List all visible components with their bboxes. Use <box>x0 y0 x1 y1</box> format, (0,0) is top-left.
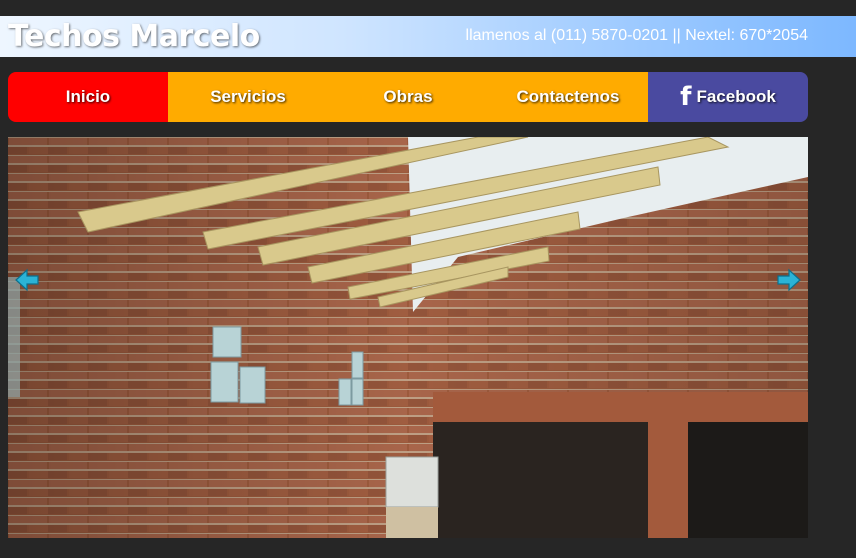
main-nav: Inicio Servicios Obras Contactenos f Fac… <box>8 72 808 122</box>
slider-prev-button[interactable] <box>14 267 40 293</box>
nav-item-obras[interactable]: Obras <box>328 72 488 122</box>
site-logo[interactable]: Techos Marcelo <box>8 19 260 54</box>
nav-item-label: Servicios <box>210 87 286 106</box>
arrow-right-icon <box>777 268 801 292</box>
slide-photo <box>8 137 808 538</box>
phone-info: llamenos al (011) 5870-0201 || Nextel: 6… <box>465 27 808 44</box>
nav-item-facebook[interactable]: f Facebook <box>648 72 808 122</box>
site-header: Techos Marcelo llamenos al (011) 5870-02… <box>0 16 856 57</box>
nav-item-inicio[interactable]: Inicio <box>8 72 168 122</box>
arrow-left-icon <box>15 268 39 292</box>
image-slider <box>8 137 808 538</box>
nav-item-servicios[interactable]: Servicios <box>168 72 328 122</box>
nav-item-label: Facebook <box>696 87 776 106</box>
slider-next-button[interactable] <box>776 267 802 293</box>
nav-item-label: Contactenos <box>516 87 620 106</box>
facebook-icon: f <box>680 82 692 112</box>
nav-item-label: Inicio <box>65 87 111 106</box>
nav-item-label: Obras <box>383 87 433 106</box>
nav-item-contactenos[interactable]: Contactenos <box>488 72 648 122</box>
